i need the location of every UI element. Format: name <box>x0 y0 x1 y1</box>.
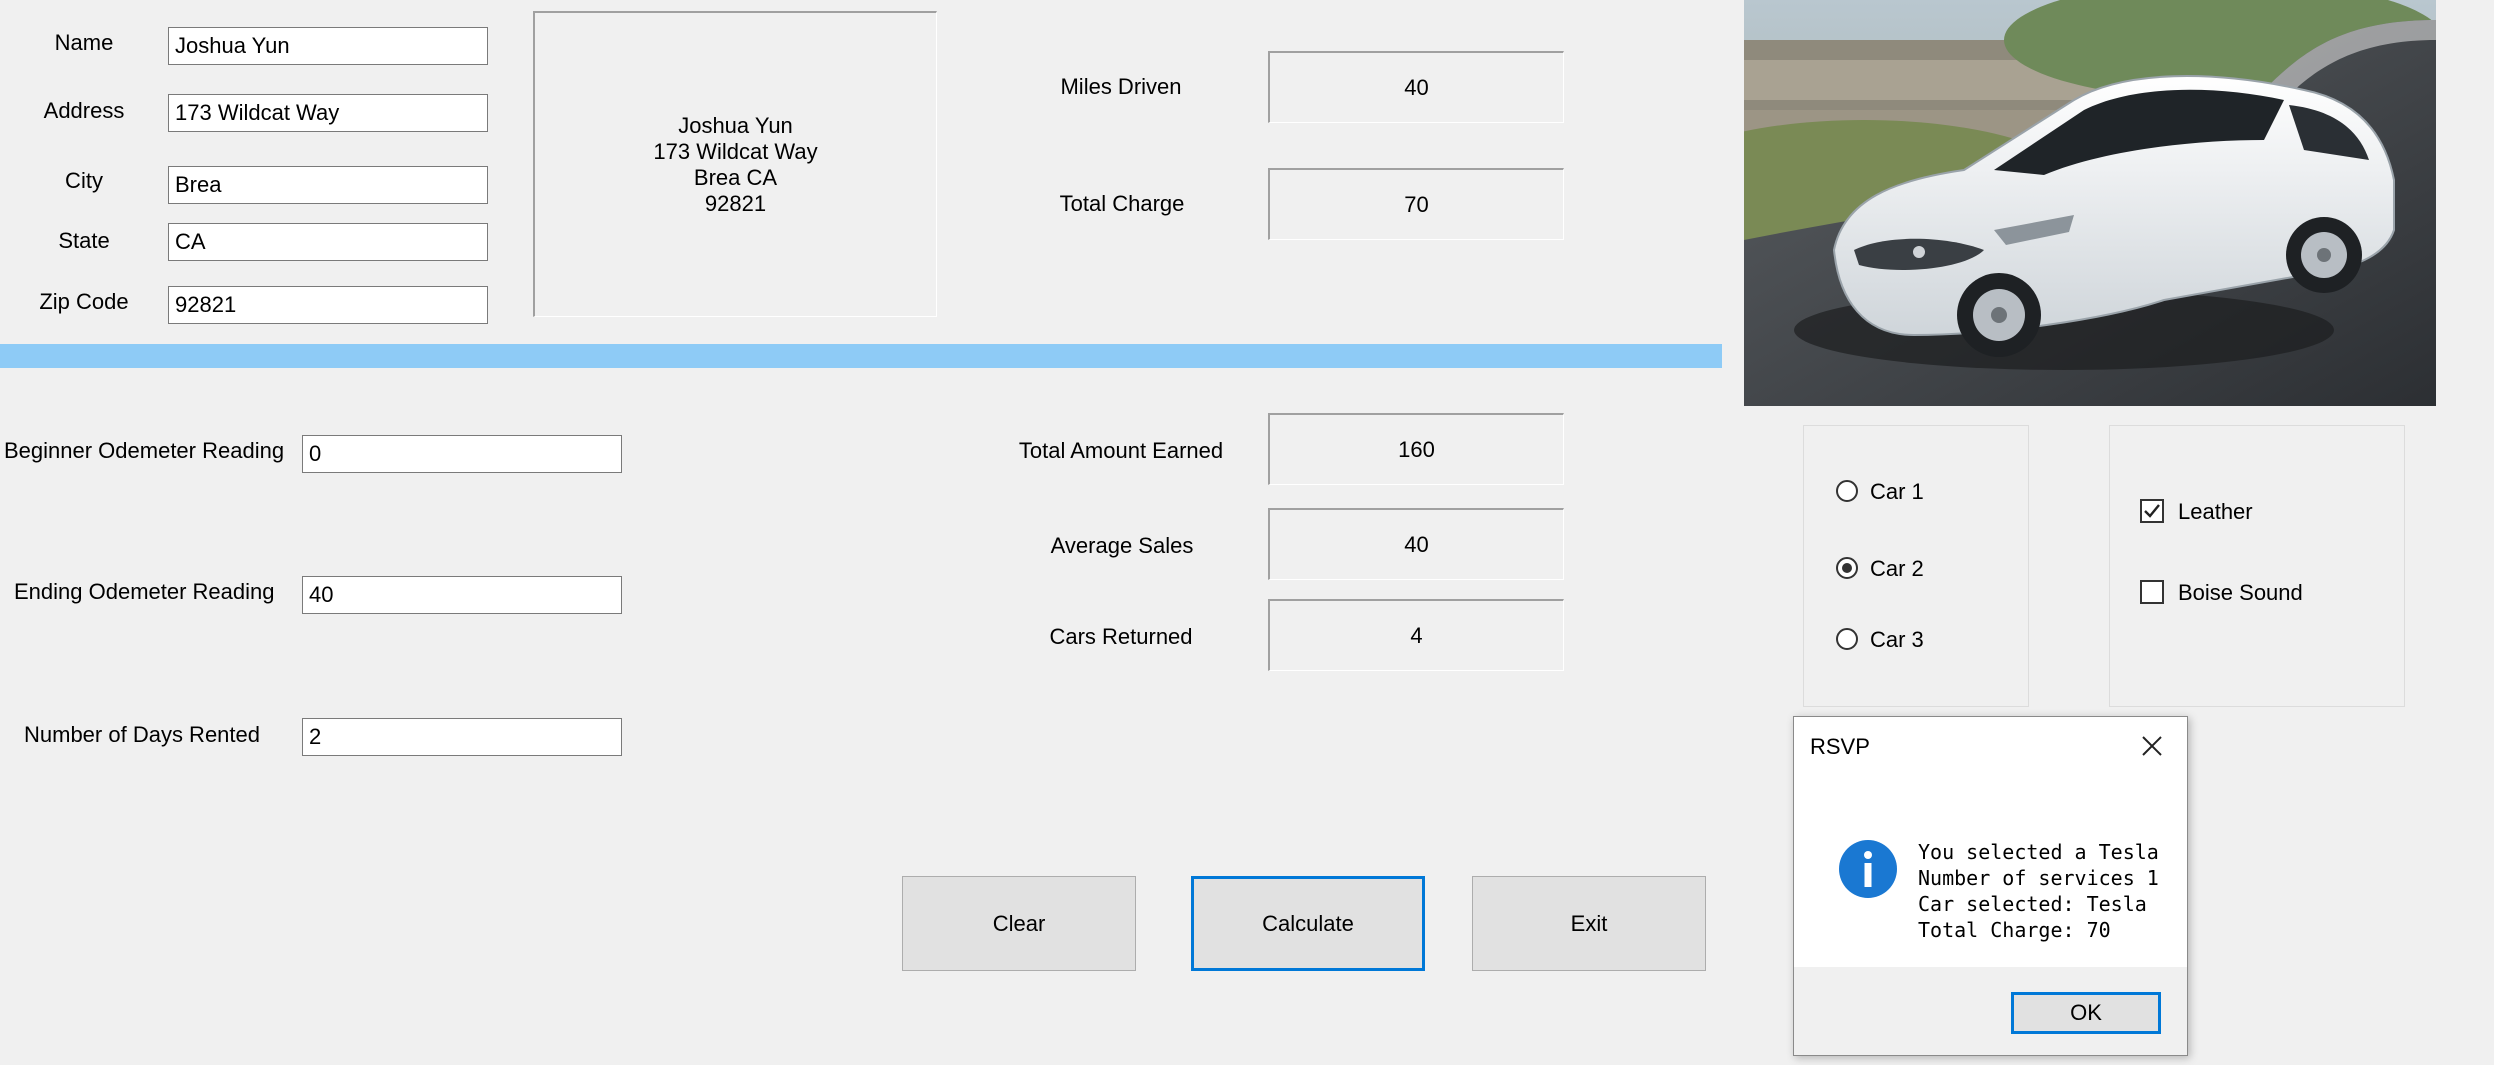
miles-driven-output: 40 <box>1268 51 1564 123</box>
name-label: Name <box>54 30 114 55</box>
zip-input[interactable]: 92821 <box>168 286 488 324</box>
preview-name: Joshua Yun <box>678 113 793 138</box>
dialog-line-1: You selected a Tesla <box>1918 840 2159 864</box>
leather-label: Leather <box>2178 499 2253 524</box>
clear-button[interactable]: Clear <box>902 876 1136 971</box>
state-input[interactable]: CA <box>168 223 488 261</box>
sound-label: Boise Sound <box>2178 580 2303 605</box>
address-preview-box: Joshua Yun 173 Wildcat Way Brea CA 92821 <box>533 11 937 317</box>
zip-label: Zip Code <box>39 289 129 314</box>
total-charge-output: 70 <box>1268 168 1564 240</box>
days-rented-label: Number of Days Rented <box>24 722 260 747</box>
dialog-title: RSVP <box>1810 734 1870 759</box>
dialog-line-4: Total Charge: 70 <box>1918 918 2111 942</box>
extras-group <box>2109 425 2405 707</box>
car3-label: Car 3 <box>1870 627 1924 652</box>
leather-checkbox[interactable] <box>2140 499 2164 523</box>
preview-city-state: Brea CA <box>693 165 778 190</box>
end-odometer-input[interactable]: 40 <box>302 576 622 614</box>
begin-odometer-input[interactable]: 0 <box>302 435 622 473</box>
car2-label: Car 2 <box>1870 556 1924 581</box>
name-input[interactable]: Joshua Yun <box>168 27 488 65</box>
car-image <box>1744 0 2436 406</box>
preview-address: 173 Wildcat Way <box>653 139 818 164</box>
average-sales-label: Average Sales <box>1050 533 1194 558</box>
city-label: City <box>65 168 103 193</box>
total-earned-label: Total Amount Earned <box>1018 438 1224 463</box>
calculate-button[interactable]: Calculate <box>1191 876 1425 971</box>
preview-zip: 92821 <box>704 191 767 216</box>
info-icon <box>1839 840 1897 898</box>
address-input[interactable]: 173 Wildcat Way <box>168 94 488 132</box>
exit-button[interactable]: Exit <box>1472 876 1706 971</box>
end-odometer-label: Ending Odemeter Reading <box>14 579 275 604</box>
days-rented-input[interactable]: 2 <box>302 718 622 756</box>
ok-button[interactable]: OK <box>2011 992 2161 1034</box>
average-sales-output: 40 <box>1268 508 1564 580</box>
rsvp-dialog: RSVP You selected a Tesla Number of serv… <box>1793 716 2188 1056</box>
state-label: State <box>58 228 110 253</box>
cars-returned-label: Cars Returned <box>1049 624 1193 649</box>
car1-radio[interactable] <box>1836 480 1858 502</box>
car1-label: Car 1 <box>1870 479 1924 504</box>
total-charge-label: Total Charge <box>1059 191 1185 216</box>
close-icon[interactable] <box>2140 734 2164 758</box>
dialog-line-2: Number of services 1 <box>1918 866 2159 890</box>
begin-odometer-label: Beginner Odemeter Reading <box>4 438 285 463</box>
cars-returned-output: 4 <box>1268 599 1564 671</box>
dialog-body: You selected a Tesla Number of services … <box>1794 775 2187 967</box>
car3-radio[interactable] <box>1836 628 1858 650</box>
car2-radio[interactable] <box>1836 557 1858 579</box>
tesla-photo-illustration <box>1744 0 2436 406</box>
dialog-message: You selected a Tesla Number of services … <box>1918 839 2159 943</box>
city-input[interactable]: Brea <box>168 166 488 204</box>
miles-driven-label: Miles Driven <box>1060 74 1182 99</box>
address-label: Address <box>43 98 125 123</box>
sound-checkbox[interactable] <box>2140 580 2164 604</box>
checkmark-icon <box>2144 504 2160 518</box>
dialog-titlebar: RSVP <box>1794 717 2187 775</box>
section-separator <box>0 344 1722 368</box>
total-earned-output: 160 <box>1268 413 1564 485</box>
dialog-line-3: Car selected: Tesla <box>1918 892 2147 916</box>
